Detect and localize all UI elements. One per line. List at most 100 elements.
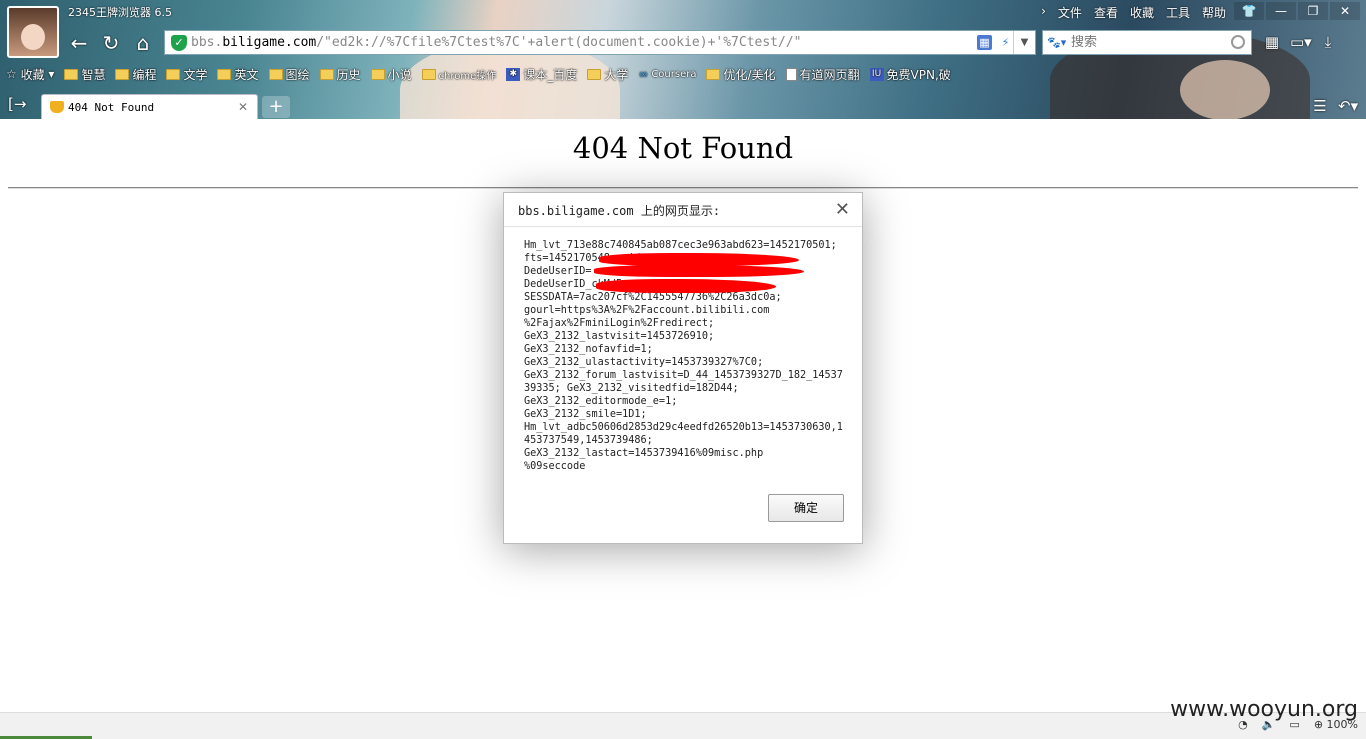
zoom-control[interactable]: ⊕ 100%	[1314, 718, 1358, 731]
bookmark-label: 图绘	[285, 67, 310, 82]
download-icon[interactable]: ⤓	[1318, 32, 1338, 52]
bookmark-item[interactable]: 小说	[370, 66, 412, 83]
bookmark-item[interactable]: 优化/美化	[706, 66, 776, 83]
status-bar: www.wooyun.org ◔ 🔈 ▭ ⊕ 100%	[0, 697, 1366, 739]
menu-view[interactable]: 查看	[1088, 2, 1124, 23]
close-window-button[interactable]: ✕	[1330, 2, 1360, 20]
tab-bar: [→ 404 Not Found ✕ + ☰ ↶▾	[0, 92, 1366, 119]
menu-help[interactable]: 帮助	[1196, 2, 1232, 23]
favorites-label: 收藏	[20, 67, 45, 82]
horizontal-rule	[8, 187, 1358, 189]
mask-icon[interactable]: ◔	[1238, 718, 1248, 731]
search-icon[interactable]	[1231, 35, 1245, 49]
search-box[interactable]: 🐾▾	[1042, 30, 1252, 55]
bookmark-label: 编程	[132, 67, 157, 82]
skin-shirt-icon[interactable]: 👕	[1234, 2, 1264, 20]
folder-icon	[319, 68, 334, 80]
redaction-scribble	[596, 279, 776, 293]
bookmark-item[interactable]: 有道网页翻	[785, 66, 860, 83]
menu-chevron-icon[interactable]: ›	[1035, 2, 1052, 23]
bookmark-item[interactable]: 大学	[587, 66, 628, 83]
address-path: /"ed2k://%7Cfile%7Ctest%7C'+alert(docume…	[316, 35, 802, 50]
bookmark-item[interactable]: 智慧	[64, 66, 105, 83]
bookmark-item[interactable]: IU 免费VPN,破	[869, 66, 951, 83]
sidebar-toggle-icon[interactable]: [→	[8, 95, 26, 113]
bookmark-label: 有道网页翻	[799, 67, 860, 82]
bookmarks-bar: ☆ 收藏 ▾ 智慧 编程 文学 英文 图绘 历史 小说 chrome操作 ✱ 课本…	[6, 64, 961, 84]
tab-title: 404 Not Found	[68, 100, 155, 114]
home-button[interactable]: ⌂	[130, 30, 156, 56]
folder-icon	[166, 68, 181, 80]
address-dropdown-icon[interactable]: ▼	[1013, 31, 1035, 54]
tab-close-icon[interactable]: ✕	[238, 100, 248, 114]
bookmark-item[interactable]: ∞ Coursera	[638, 67, 696, 81]
bookmark-label: 小说	[387, 67, 412, 82]
tab-list-icon[interactable]: ☰	[1310, 96, 1330, 116]
address-text[interactable]: bbs.biligame.com/"ed2k://%7Cfile%7Ctest%…	[191, 35, 961, 50]
bookmark-label: 英文	[234, 67, 259, 82]
app-title: 2345王牌浏览器 6.5	[68, 6, 172, 19]
address-host-prefix: bbs.	[191, 35, 223, 50]
refresh-button[interactable]: ↻	[98, 30, 124, 56]
address-bar[interactable]: ✓ bbs.biligame.com/"ed2k://%7Cfile%7Ctes…	[164, 30, 1036, 55]
folder-icon	[370, 68, 385, 80]
menu-bar: › 文件 查看 收藏 工具 帮助 👕 — ❐ ✕	[1035, 2, 1360, 23]
folder-icon	[268, 68, 283, 80]
tab-bar-tools: ☰ ↶▾	[1310, 96, 1358, 116]
page-heading: 404 Not Found	[572, 131, 794, 165]
menu-favorites[interactable]: 收藏	[1124, 2, 1160, 23]
screenshot-icon[interactable]: ▭▾	[1290, 32, 1312, 52]
user-avatar[interactable]	[7, 6, 59, 58]
favicon-icon	[50, 101, 64, 113]
folder-icon	[706, 68, 721, 80]
status-icons: ◔ 🔈 ▭ ⊕ 100%	[1238, 718, 1358, 731]
bookmark-item[interactable]: 历史	[319, 66, 361, 83]
bookmark-item[interactable]: 英文	[217, 66, 259, 83]
bookmark-label: 文学	[183, 67, 208, 82]
baidu-icon: ✱	[506, 67, 521, 81]
bookmark-label: chrome操作	[438, 70, 497, 82]
address-icons: ▦ ⚡	[977, 35, 1013, 50]
qrcode-icon[interactable]: ▦	[977, 35, 992, 50]
undo-close-icon[interactable]: ↶▾	[1338, 96, 1358, 116]
folder-icon	[217, 68, 232, 80]
dialog-close-icon[interactable]: ✕	[835, 199, 850, 220]
folder-icon	[587, 68, 602, 80]
menu-file[interactable]: 文件	[1052, 2, 1088, 23]
search-engine-icon[interactable]: 🐾▾	[1043, 36, 1071, 49]
bookmark-label: 大学	[604, 67, 629, 82]
bookmark-label: 优化/美化	[723, 67, 776, 82]
bookmark-label: 免费VPN,破	[886, 67, 951, 82]
folder-icon	[115, 68, 130, 80]
folder-icon	[64, 68, 79, 80]
favorites-menu[interactable]: ☆ 收藏 ▾	[6, 66, 54, 83]
bookmark-label: Coursera	[651, 68, 697, 80]
alert-dialog: bbs.biligame.com 上的网页显示: ✕ Hm_lvt_713e88…	[503, 192, 863, 544]
bookmark-label: 课本_百度	[523, 67, 578, 82]
bookmark-item[interactable]: 编程	[115, 66, 156, 83]
sound-icon[interactable]: 🔈	[1262, 718, 1276, 731]
bookmark-item[interactable]: chrome操作	[421, 67, 497, 82]
restore-button[interactable]: ❐	[1298, 2, 1328, 20]
window-icon[interactable]: ▭	[1289, 718, 1299, 731]
new-tab-button[interactable]: +	[262, 96, 290, 118]
secure-shield-icon[interactable]: ✓	[171, 34, 187, 51]
lightning-icon[interactable]: ⚡	[998, 35, 1013, 50]
tab-404[interactable]: 404 Not Found ✕	[41, 94, 258, 119]
vpn-icon: IU	[869, 67, 884, 81]
bookmark-item[interactable]: 文学	[166, 66, 207, 83]
bookmark-item[interactable]: ✱ 课本_百度	[506, 66, 577, 83]
bookmark-item[interactable]: 图绘	[268, 66, 310, 83]
address-host: biligame.com	[222, 35, 317, 50]
ok-button[interactable]: 确定	[768, 494, 844, 522]
browser-chrome: 2345王牌浏览器 6.5 › 文件 查看 收藏 工具 帮助 👕 — ❐ ✕ ←…	[0, 0, 1366, 119]
back-button[interactable]: ←	[66, 30, 92, 56]
bookmark-label: 历史	[336, 67, 361, 82]
bookmark-label: 智慧	[81, 67, 106, 82]
page-icon	[785, 67, 797, 81]
apps-grid-icon[interactable]: ▦	[1262, 32, 1282, 52]
menu-tools[interactable]: 工具	[1160, 2, 1196, 23]
folder-icon	[421, 68, 436, 80]
minimize-button[interactable]: —	[1266, 2, 1296, 20]
search-input[interactable]	[1071, 35, 1221, 50]
